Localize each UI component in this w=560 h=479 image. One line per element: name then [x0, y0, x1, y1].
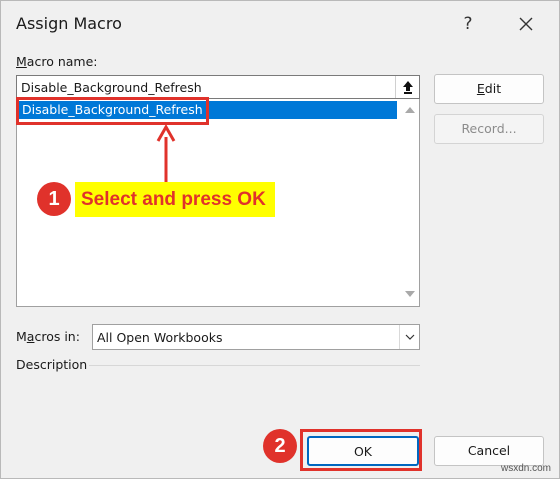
upload-arrow-icon	[403, 81, 413, 94]
close-button[interactable]	[511, 9, 541, 39]
step-2-badge: 2	[263, 429, 297, 463]
dropdown-button[interactable]	[399, 325, 419, 349]
description-divider	[89, 365, 420, 366]
step-1-badge: 1	[37, 182, 71, 216]
macros-in-select[interactable]: All Open Workbooks	[92, 324, 420, 350]
help-icon: ?	[463, 14, 473, 34]
cancel-button[interactable]: Cancel	[434, 436, 544, 466]
macro-name-label: Macro name:	[16, 54, 98, 69]
list-scrollbar[interactable]	[399, 99, 419, 305]
step-1-callout: Select and press OK	[75, 182, 275, 217]
ok-button[interactable]: OK	[307, 436, 419, 466]
scroll-up-icon[interactable]	[405, 107, 415, 113]
watermark: wsxdn.com	[500, 463, 551, 474]
macro-name-value: Disable_Background_Refresh	[21, 80, 202, 95]
edit-button[interactable]: Edit	[434, 74, 544, 104]
close-icon	[519, 17, 533, 31]
macros-in-value: All Open Workbooks	[97, 330, 223, 345]
title-bar: Assign Macro ?	[1, 1, 559, 47]
macro-name-input[interactable]: Disable_Background_Refresh	[16, 75, 420, 99]
annotation-arrow-icon	[156, 125, 176, 183]
record-button[interactable]: Record...	[434, 114, 544, 144]
dialog-title: Assign Macro	[16, 14, 122, 33]
scroll-down-icon[interactable]	[405, 291, 415, 297]
description-label: Description	[16, 357, 88, 372]
selection-highlight-box	[16, 97, 209, 125]
help-button[interactable]: ?	[453, 9, 483, 39]
assign-macro-dialog: Assign Macro ? Macro name: Disable_Backg…	[0, 0, 560, 479]
chevron-down-icon	[405, 334, 415, 340]
macros-in-label: Macros in:	[16, 329, 80, 344]
collapse-dialog-button[interactable]	[395, 76, 419, 98]
